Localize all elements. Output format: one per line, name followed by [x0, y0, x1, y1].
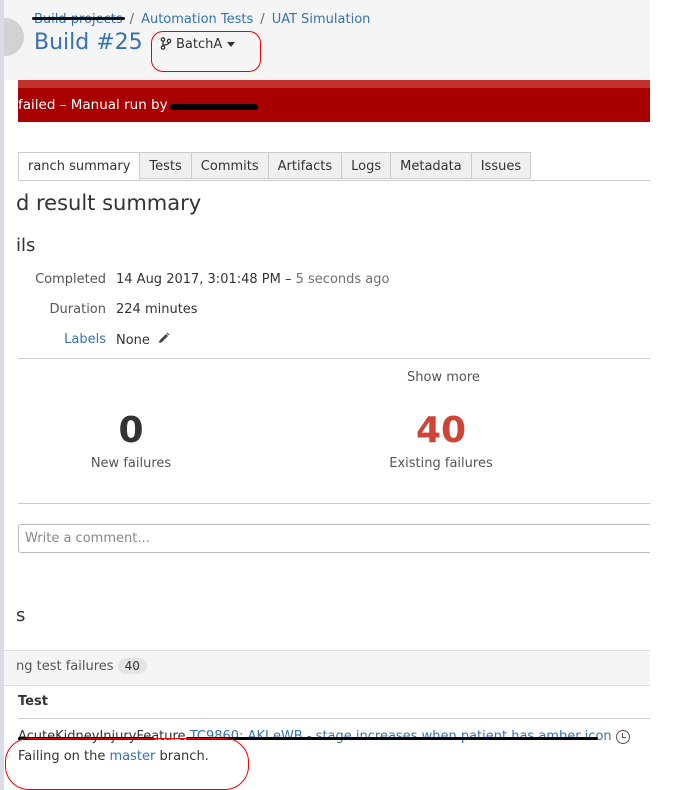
pencil-icon[interactable]: [157, 332, 170, 345]
tab-bar: ranch summary Tests Commits Artifacts Lo…: [18, 152, 532, 180]
failures-count-badge: 40: [117, 658, 147, 674]
completed-ago: 5 seconds ago: [295, 272, 390, 287]
failures-summary[interactable]: ng test failures 40: [16, 658, 147, 674]
new-failures-label: New failures: [90, 456, 172, 471]
duration-value: 224 minutes: [116, 302, 198, 317]
tab-logs[interactable]: Logs: [342, 152, 392, 179]
completed-value: 14 Aug 2017, 3:01:48 PM – 5 seconds ago: [116, 272, 390, 287]
stats-divider-top: [18, 358, 650, 359]
labels-link[interactable]: Labels: [0, 332, 106, 347]
breadcrumb-uat-simulation[interactable]: UAT Simulation: [272, 12, 371, 27]
column-header-test: Test: [18, 694, 48, 709]
table-header-divider: [18, 718, 650, 719]
summary-heading: d result summary: [16, 191, 202, 215]
tab-commits[interactable]: Commits: [191, 152, 269, 179]
show-more-link[interactable]: Show more: [407, 370, 480, 385]
tab-issues[interactable]: Issues: [471, 152, 532, 179]
duration-label: Duration: [49, 302, 106, 317]
tab-artifacts[interactable]: Artifacts: [268, 152, 343, 179]
comment-input[interactable]: Write a comment...: [18, 524, 658, 553]
existing-failures-label: Existing failures: [389, 456, 493, 471]
tab-metadata[interactable]: Metadata: [391, 152, 472, 179]
breadcrumb-automation-tests[interactable]: Automation Tests: [141, 12, 253, 27]
redaction-scribble: [170, 104, 258, 110]
stats-divider-bottom: [18, 503, 650, 504]
breadcrumb: Build projects / Automation Tests / UAT Simu…: [34, 12, 371, 27]
banner-text: failed – Manual run by: [18, 97, 168, 113]
tab-branch-summary[interactable]: ranch summary: [18, 152, 141, 180]
completed-label: Completed: [35, 272, 106, 287]
clock-icon: [615, 729, 630, 744]
right-margin: [650, 0, 675, 790]
page-title: Build #25: [34, 30, 143, 55]
existing-failures-count: 40: [415, 410, 467, 451]
annotation-circle-failing: [5, 738, 249, 790]
redaction-scribble-test-name: [186, 737, 598, 740]
tab-tests[interactable]: Tests: [140, 152, 192, 179]
banner-top-edge: [18, 80, 650, 88]
tests-heading: s: [16, 605, 26, 626]
annotation-circle-branch: [151, 31, 261, 72]
breadcrumb-build-projects[interactable]: Build projects: [34, 12, 123, 27]
labels-value: None: [116, 332, 170, 348]
new-failures-count: 0: [118, 410, 144, 451]
details-heading: ils: [16, 235, 36, 256]
tab-divider: [18, 180, 650, 181]
